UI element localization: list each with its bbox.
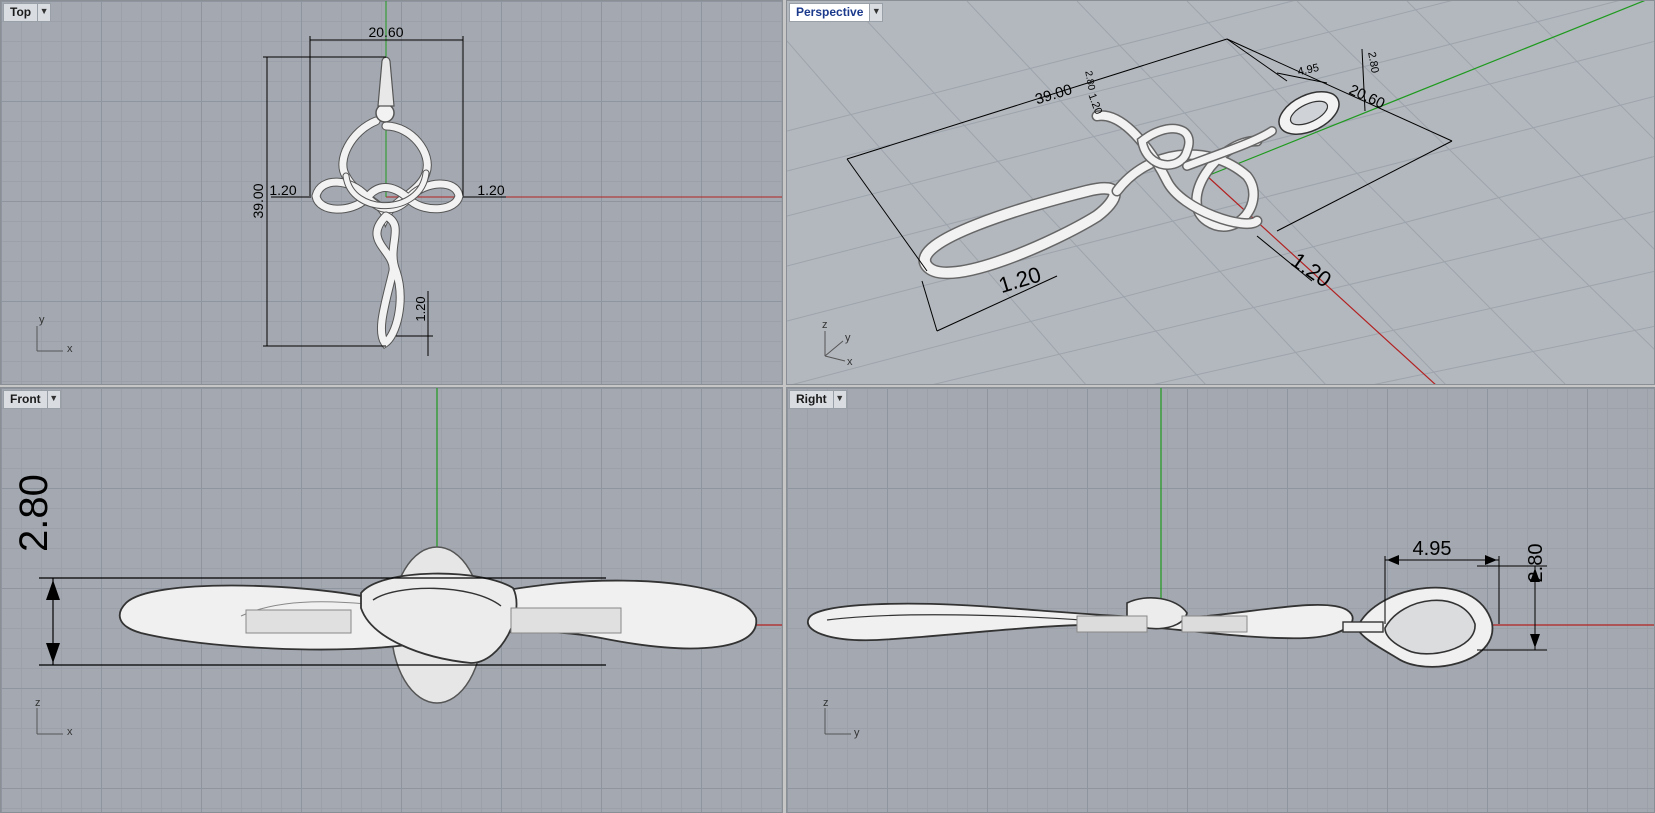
perspective-grid (787, 1, 1654, 384)
svg-text:y: y (845, 332, 851, 344)
svg-text:y: y (854, 727, 860, 739)
svg-text:z: z (823, 697, 829, 709)
chevron-down-icon[interactable]: ▼ (870, 2, 884, 22)
axis-gizmo: y x (36, 314, 73, 355)
dim-arrow-right (1485, 555, 1497, 565)
dim-arrow-bottom (1530, 634, 1540, 648)
dim-right-label: 1.20 (477, 182, 504, 198)
dim-width-label: 20.60 (368, 24, 403, 40)
axis-gizmo: z y x (822, 319, 853, 368)
bail-perspective (1278, 91, 1340, 135)
viewport-top[interactable]: Top ▼ 20.60 39.00 1.20 1.20 1.20 y x (0, 0, 783, 385)
dim-arrow-bottom (46, 643, 60, 663)
svg-text:x: x (67, 726, 73, 738)
pendant-top-model (311, 116, 464, 350)
perspective-scene: 39.00 20.60 4.95 2.80 2.80 1.20 1.20 1.2… (787, 1, 1654, 384)
viewport-label[interactable]: Top (3, 2, 39, 22)
svg-text:x: x (847, 356, 853, 368)
viewport-title-tab[interactable]: Top ▼ (3, 2, 52, 22)
dim-length-label: 39.00 (1033, 81, 1074, 108)
chevron-down-icon[interactable]: ▼ (47, 389, 61, 409)
bail-top (375, 56, 395, 123)
dim-thick2-label: 2.80 (1082, 70, 1096, 92)
svg-text:y: y (39, 314, 45, 326)
bail-right (1342, 586, 1494, 668)
viewport-front[interactable]: Front ▼ 2.80 z x (0, 387, 783, 813)
right-view-scene: 4.95 2.80 z y (806, 388, 1654, 739)
viewport-title-tab[interactable]: Front ▼ (3, 389, 61, 409)
y-axis-line (1206, 1, 1646, 177)
pendant-front-model (118, 546, 757, 704)
axis-gizmo: z y (823, 697, 860, 739)
svg-text:x: x (67, 343, 73, 355)
dim-bottom-label: 1.20 (413, 296, 428, 321)
viewport-title-tab[interactable]: Right ▼ (789, 389, 847, 409)
top-view-scene: 20.60 39.00 1.20 1.20 1.20 y x (36, 1, 782, 356)
front-view-scene: 2.80 z x (12, 388, 782, 738)
dim-height-label: 2.80 (1525, 544, 1547, 583)
dim-width-label: 20.60 (1346, 81, 1387, 112)
pendant-right-model (806, 597, 1354, 642)
svg-text:z: z (822, 319, 828, 331)
viewport-label[interactable]: Perspective (789, 2, 871, 22)
dim-height-label: 39.00 (250, 183, 266, 218)
viewport-right[interactable]: Right ▼ 4.95 2.80 z y (786, 387, 1655, 813)
axis-gizmo: z x (35, 697, 73, 738)
svg-text:z: z (35, 697, 41, 709)
dimensions-perspective (846, 38, 1453, 332)
dim-bail-label: 4.95 (1297, 62, 1320, 78)
dim-arrow-left (1387, 555, 1399, 565)
dim-small-label: 1.20 (1086, 92, 1105, 116)
viewport-perspective[interactable]: Perspective ▼ 39.00 20.60 4.95 2.80 2.80… (786, 0, 1655, 385)
viewport-label[interactable]: Front (3, 389, 48, 409)
dim-left-label: 1.20 (269, 182, 296, 198)
dim-bail-width-label: 4.95 (1413, 538, 1452, 560)
dim-height-label: 2.80 (12, 474, 56, 552)
chevron-down-icon[interactable]: ▼ (833, 389, 847, 409)
viewport-label[interactable]: Right (789, 389, 834, 409)
viewport-title-tab[interactable]: Perspective ▼ (789, 2, 884, 22)
dim-thick1-label: 2.80 (1365, 51, 1381, 74)
chevron-down-icon[interactable]: ▼ (38, 2, 52, 22)
dim-arrow-top (46, 580, 60, 600)
dim-bottom-right-label: 1.20 (1287, 247, 1336, 292)
